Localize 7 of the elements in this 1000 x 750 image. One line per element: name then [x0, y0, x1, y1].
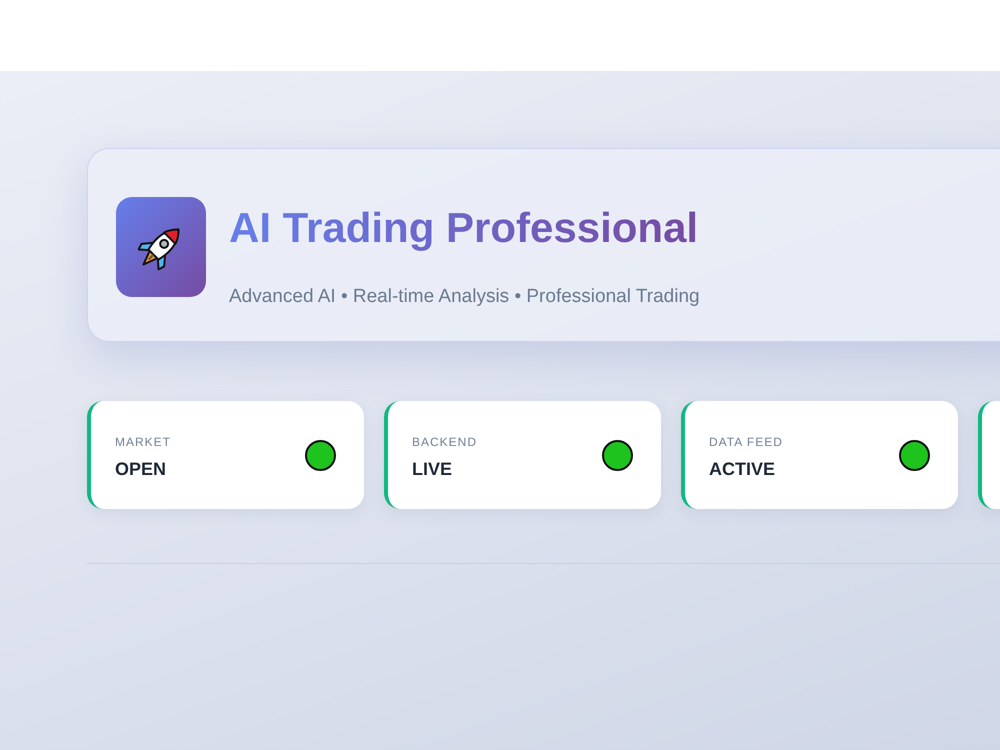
status-label: DATA FEED [709, 434, 783, 448]
status-label: MARKET [115, 434, 172, 448]
status-value: LIVE [412, 458, 452, 480]
status-label: BACKEND [412, 434, 478, 448]
status-value: OPEN [115, 458, 166, 480]
app-subtitle: Advanced AI • Real-time Analysis • Professional Trading [229, 285, 700, 309]
status-value: ACTIVE [709, 458, 776, 480]
